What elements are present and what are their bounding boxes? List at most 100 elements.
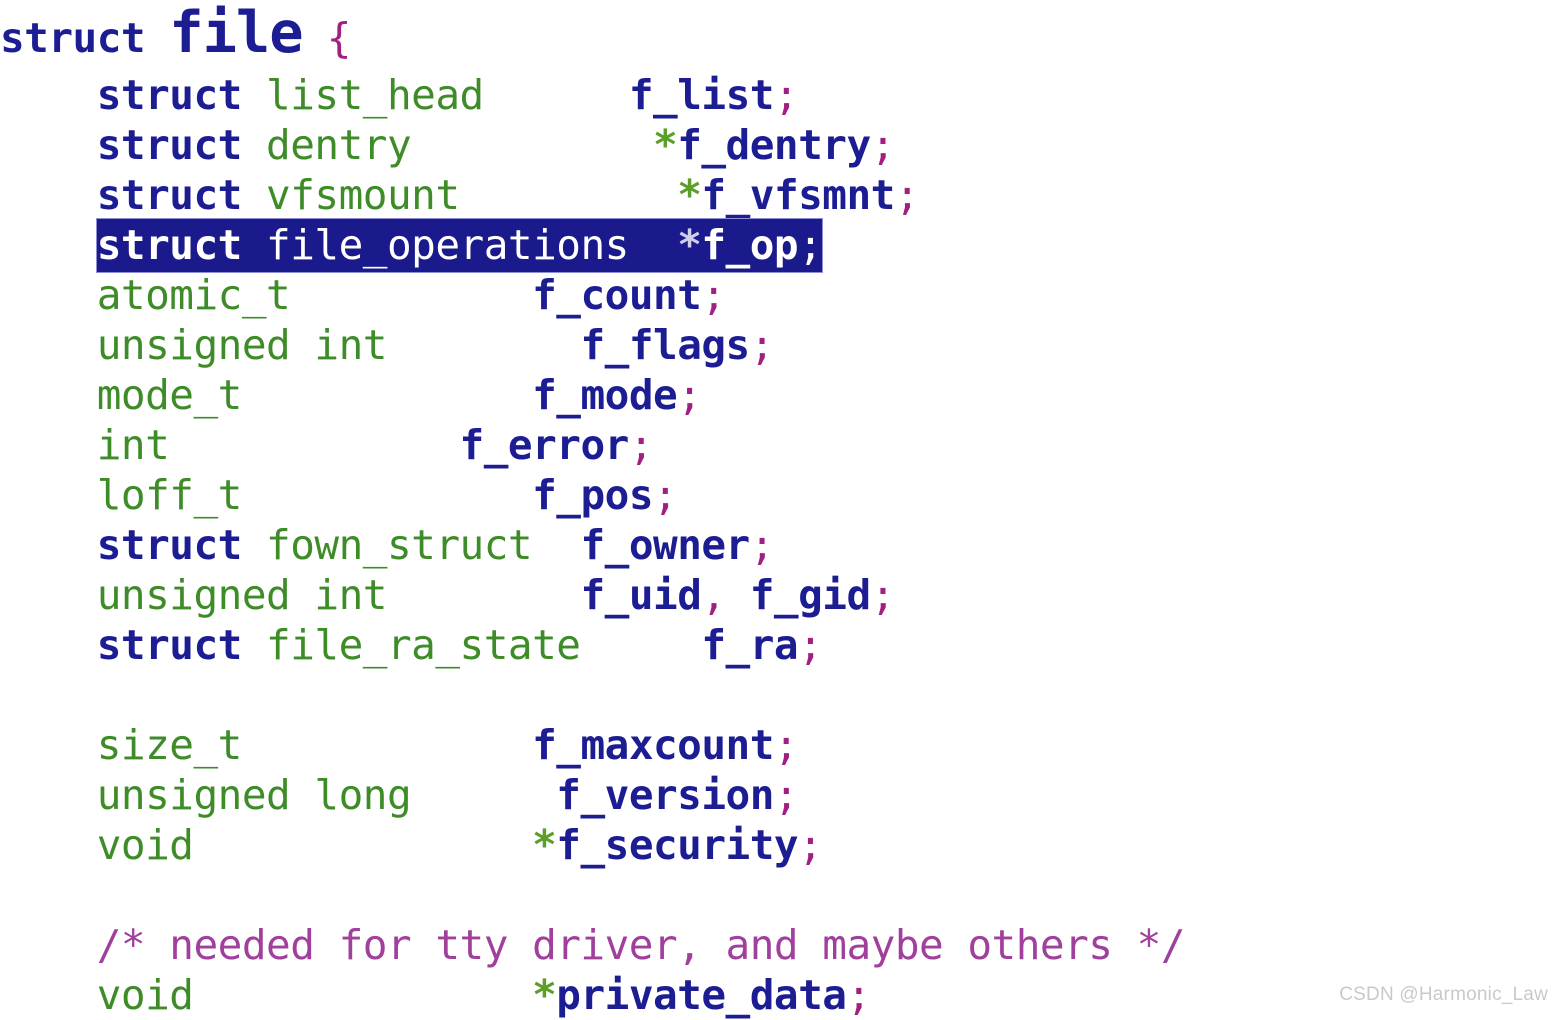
code-line: void *f_security;	[0, 820, 1566, 870]
field-identifier: f_flags	[580, 321, 750, 369]
code-line: unsigned int f_flags;	[0, 320, 1566, 370]
type-name: mode_t	[96, 371, 243, 419]
code-line: struct file {	[0, 0, 1566, 70]
type-name: void	[96, 971, 194, 1019]
keyword-struct: struct	[96, 121, 243, 169]
field-identifier: f_list	[628, 71, 775, 119]
code-line: struct file_ra_state f_ra;	[0, 620, 1566, 670]
code-line: void *private_data;	[0, 970, 1566, 1020]
keyword-struct: struct	[96, 621, 243, 669]
field-identifier: f_uid	[580, 571, 702, 619]
field-identifier: f_maxcount	[532, 721, 774, 769]
type-name: list_head	[266, 71, 484, 119]
comma: ,	[701, 571, 726, 619]
code-line: unsigned int f_uid, f_gid;	[0, 570, 1566, 620]
semicolon: ;	[653, 471, 678, 519]
semicolon: ;	[749, 321, 775, 369]
field-identifier: f_owner	[580, 521, 750, 569]
pointer-star-icon: *	[653, 121, 678, 169]
type-name: unsigned int	[96, 571, 388, 619]
code-line: struct vfsmount *f_vfsmnt;	[0, 170, 1566, 220]
semicolon: ;	[870, 571, 896, 619]
type-name: unsigned long	[96, 771, 412, 819]
semicolon: ;	[773, 71, 799, 119]
semicolon: ;	[846, 971, 871, 1019]
watermark-text: CSDN @Harmonic_Law	[1339, 984, 1548, 1005]
code-line: atomic_t f_count;	[0, 270, 1566, 320]
type-name: dentry	[266, 121, 412, 169]
pointer-star-icon: *	[677, 171, 702, 219]
type-name: atomic_t	[96, 271, 291, 319]
semicolon: ;	[749, 521, 775, 569]
code-line: size_t f_maxcount;	[0, 720, 1566, 770]
field-identifier: f_op	[701, 221, 799, 269]
field-identifier: f_count	[532, 271, 702, 319]
code-line: struct fown_struct f_owner;	[0, 520, 1566, 570]
type-name: file_ra_state	[266, 621, 581, 669]
semicolon: ;	[773, 771, 799, 819]
open-brace: {	[326, 14, 352, 62]
semicolon: ;	[798, 621, 823, 669]
field-identifier: private_data	[556, 971, 847, 1019]
keyword-struct: struct	[0, 14, 146, 62]
code-line: struct dentry *f_dentry;	[0, 120, 1566, 170]
field-identifier: f_vfsmnt	[701, 171, 895, 219]
type-name: fown_struct	[266, 521, 533, 569]
struct-name-file: file	[169, 0, 303, 66]
field-identifier: f_gid	[749, 571, 871, 619]
code-line: mode_t f_mode;	[0, 370, 1566, 420]
pointer-star-icon: *	[532, 821, 557, 869]
field-identifier: f_version	[556, 771, 774, 819]
selection-highlight: struct file_operations *f_op;	[96, 219, 823, 272]
type-name: file_operations	[266, 221, 629, 269]
semicolon: ;	[773, 721, 799, 769]
semicolon: ;	[677, 371, 702, 419]
code-line-highlighted[interactable]: struct file_operations *f_op;	[0, 219, 1566, 272]
block-comment: /* needed for tty driver, and maybe othe…	[96, 921, 1186, 969]
code-line: unsigned long f_version;	[0, 770, 1566, 820]
semicolon: ;	[894, 171, 920, 219]
code-line: int f_error;	[0, 420, 1566, 470]
code-line: loff_t f_pos;	[0, 470, 1566, 520]
field-identifier: f_mode	[532, 371, 678, 419]
type-name: size_t	[96, 721, 243, 769]
pointer-star-icon: *	[677, 221, 702, 269]
keyword-struct: struct	[96, 221, 243, 269]
field-identifier: f_error	[459, 421, 630, 469]
type-name: loff_t	[96, 471, 243, 519]
type-name: int	[96, 421, 170, 469]
type-name: void	[96, 821, 194, 869]
